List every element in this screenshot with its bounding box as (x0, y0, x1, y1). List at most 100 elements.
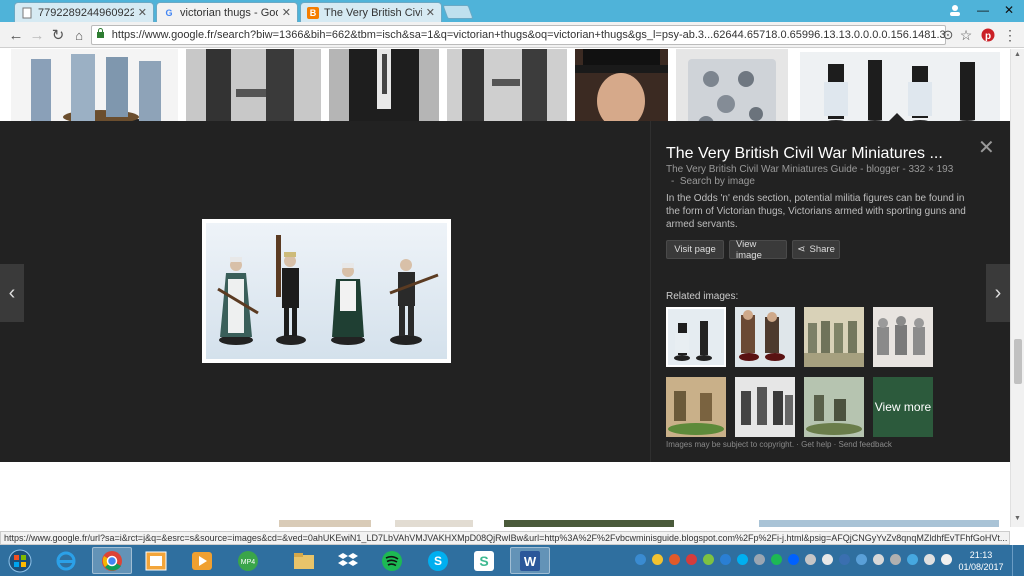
tray-app-icon[interactable] (720, 554, 731, 565)
tray-app-icon[interactable] (890, 554, 901, 565)
tray-volume-icon[interactable] (941, 554, 952, 565)
tab-1[interactable]: 779228924496092298 ( ✕ (14, 2, 154, 22)
user-icon[interactable] (942, 0, 968, 20)
clock-time: 21:13 (969, 550, 993, 560)
tray-app-icon[interactable] (703, 554, 714, 565)
svg-text:S: S (434, 554, 442, 568)
windows-taskbar: MP4 S S W 21:13 01/08/2017 (0, 545, 1024, 576)
image-preview-panel: ‹ › The Very British Civil War Miniature… (0, 113, 1010, 462)
menu-icon[interactable]: ⋮ (1000, 25, 1020, 45)
page-scrollbar[interactable]: ▲ ▼ (1010, 49, 1024, 527)
home-icon[interactable]: ⌂ (69, 25, 89, 45)
show-desktop-button[interactable] (1012, 545, 1024, 576)
related-image-selected[interactable] (666, 307, 726, 367)
slack-icon[interactable]: S (464, 547, 504, 574)
related-image[interactable] (873, 307, 933, 367)
blogger-icon: B (307, 6, 319, 19)
word-icon[interactable]: W (510, 547, 550, 574)
image-title[interactable]: The Very British Civil War Miniatures ..… (666, 145, 943, 163)
result-thumbnail[interactable] (759, 520, 999, 527)
tray-wifi-icon[interactable] (924, 554, 935, 565)
back-arrow-icon[interactable]: ← (6, 25, 26, 45)
start-button[interactable] (2, 547, 38, 574)
skype-icon[interactable]: S (418, 547, 458, 574)
tray-app-icon[interactable] (652, 554, 663, 565)
close-tab-icon[interactable]: ✕ (282, 6, 291, 19)
tray-skype-icon[interactable] (737, 554, 748, 565)
svg-text:W: W (524, 554, 537, 569)
forward-arrow-icon[interactable]: → (27, 25, 47, 45)
tray-dropbox-icon[interactable] (788, 554, 799, 565)
tray-spotify-icon[interactable] (771, 554, 782, 565)
tray-app-icon[interactable] (822, 554, 833, 565)
system-clock[interactable]: 21:13 01/08/2017 (958, 549, 1004, 573)
tray-network-icon[interactable] (635, 554, 646, 565)
result-thumbnail[interactable] (395, 520, 473, 527)
file-explorer-icon[interactable] (284, 547, 324, 574)
close-window-button[interactable]: ✕ (996, 0, 1022, 20)
share-label: Share (809, 244, 835, 255)
close-tab-icon[interactable]: ✕ (426, 6, 435, 19)
tray-app-icon[interactable] (669, 554, 680, 565)
tab-title: The Very British Civil Wa (324, 6, 422, 19)
tray-app-icon[interactable] (686, 554, 697, 565)
related-images-label: Related images: (666, 291, 739, 302)
tray-app-icon[interactable] (873, 554, 884, 565)
scroll-up-icon[interactable]: ▲ (1014, 51, 1021, 58)
tray-app-icon[interactable] (805, 554, 816, 565)
url-input[interactable] (111, 29, 945, 41)
previous-arrow-icon[interactable]: ‹ (0, 264, 24, 322)
view-more-button[interactable]: View more (873, 377, 933, 437)
close-tab-icon[interactable]: ✕ (138, 6, 147, 19)
svg-text:S: S (479, 553, 488, 569)
dropbox-icon[interactable] (328, 547, 368, 574)
result-thumbnail[interactable] (279, 520, 371, 527)
svg-text:p: p (985, 31, 991, 42)
scroll-down-icon[interactable]: ▼ (1014, 515, 1021, 522)
reload-icon[interactable]: ↻ (48, 25, 68, 45)
tray-app-icon[interactable] (907, 554, 918, 565)
media-player-icon[interactable] (182, 547, 222, 574)
search-by-image-label[interactable]: Search by image (680, 176, 755, 187)
tab-title: victorian thugs - Google (180, 6, 278, 19)
bookmark-star-icon[interactable]: ☆ (956, 25, 976, 45)
new-tab-button[interactable] (442, 5, 474, 19)
browser-tab-strip: 779228924496092298 ( ✕ G victorian thugs… (0, 0, 1024, 22)
mp4-converter-icon[interactable]: MP4 (228, 547, 268, 574)
image-description: In the Odds 'n' ends section, potential … (666, 193, 966, 230)
spotify-icon[interactable] (372, 547, 412, 574)
link-status-bar: https://www.google.fr/url?sa=i&rct=j&q=&… (0, 531, 1010, 545)
related-image[interactable] (666, 377, 726, 437)
copyright-footer[interactable]: Images may be subject to copyright. · Ge… (666, 440, 892, 449)
address-bar[interactable] (91, 25, 946, 45)
image-info-pane: The Very British Civil War Miniatures ..… (650, 121, 1010, 462)
document-icon (21, 7, 33, 19)
related-image[interactable] (804, 377, 864, 437)
photo-app-icon[interactable] (136, 547, 176, 574)
minimize-button[interactable]: — (970, 0, 996, 20)
result-thumbnail[interactable] (504, 520, 674, 527)
tray-app-icon[interactable] (754, 554, 765, 565)
scrollbar-thumb[interactable] (1014, 339, 1022, 384)
related-image[interactable] (735, 307, 795, 367)
close-icon[interactable]: ✕ (978, 135, 995, 160)
image-source-meta: The Very British Civil War Miniatures Gu… (666, 164, 954, 175)
related-image[interactable] (804, 307, 864, 367)
internet-explorer-icon[interactable] (46, 547, 86, 574)
search-by-image-link[interactable]: - Search by image (671, 176, 755, 187)
related-image[interactable] (735, 377, 795, 437)
tab-2[interactable]: G victorian thugs - Google ✕ (156, 2, 298, 22)
visit-page-button[interactable]: Visit page (666, 240, 724, 259)
location-icon[interactable]: ⊙ (938, 25, 958, 45)
tab-3[interactable]: B The Very British Civil Wa ✕ (300, 2, 442, 22)
view-image-button[interactable]: View image (729, 239, 787, 261)
preview-image[interactable] (202, 219, 451, 363)
tab-title: 779228924496092298 ( (38, 6, 134, 19)
pinterest-icon[interactable]: p (978, 25, 998, 45)
chrome-icon[interactable] (92, 547, 132, 574)
tray-app-icon[interactable] (856, 554, 867, 565)
tray-app-icon[interactable] (839, 554, 850, 565)
share-button[interactable]: ⋖ Share (792, 240, 840, 259)
lock-icon (96, 28, 108, 42)
share-icon: ⋖ (797, 244, 806, 255)
